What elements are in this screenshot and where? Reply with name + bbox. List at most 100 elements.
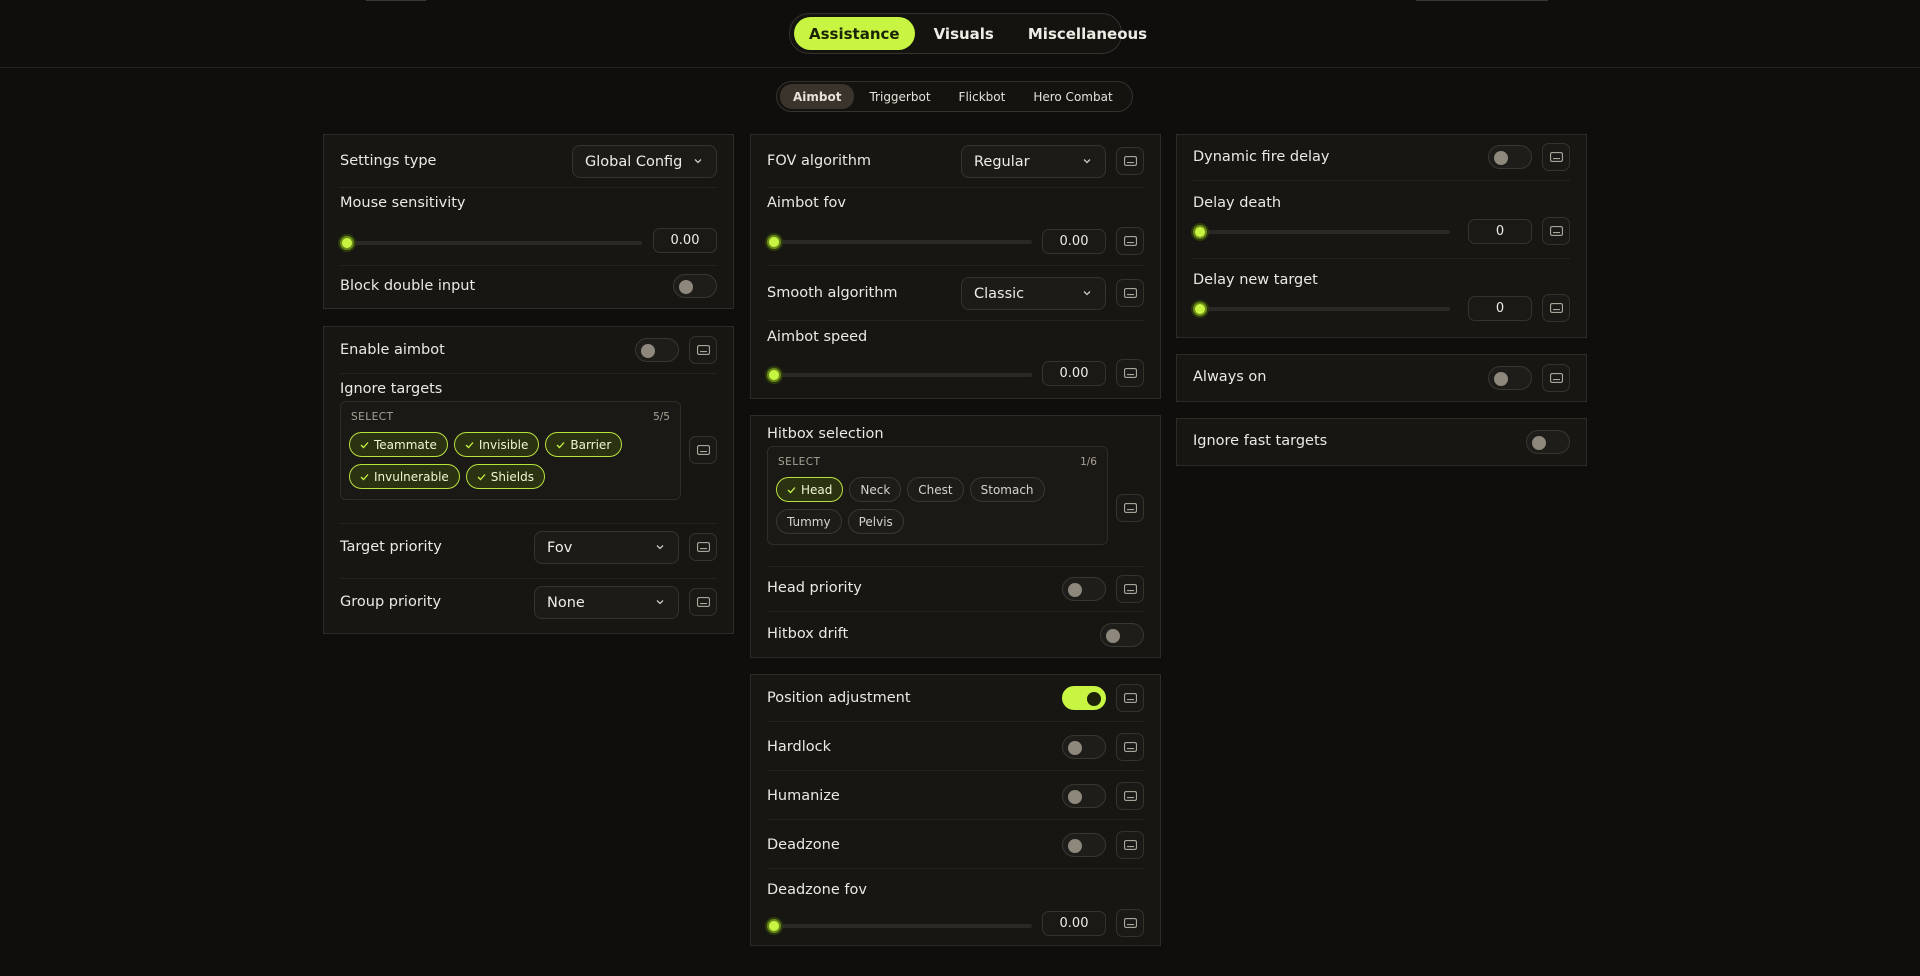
delay-new-target-value[interactable]: 0 — [1468, 296, 1532, 321]
head-priority-toggle[interactable] — [1062, 577, 1106, 601]
ignore-targets-count: 5/5 — [653, 411, 670, 423]
always-on-keybind-button[interactable] — [1542, 364, 1570, 392]
smooth-algorithm-value: Classic — [974, 285, 1025, 302]
chip-pelvis[interactable]: Pelvis — [847, 509, 904, 534]
subtab-aimbot[interactable]: Aimbot — [780, 84, 855, 109]
tab-assistance[interactable]: Assistance — [794, 17, 915, 50]
target-priority-dropdown[interactable]: Fov — [534, 531, 679, 564]
deadzone-fov-slider-thumb[interactable] — [767, 919, 781, 933]
delay-death-value[interactable]: 0 — [1468, 219, 1532, 244]
aimbot-fov-value[interactable]: 0.00 — [1042, 229, 1106, 254]
delay-new-target-slider-thumb[interactable] — [1193, 302, 1207, 316]
head-priority-keybind-button[interactable] — [1116, 575, 1144, 603]
chevron-down-icon — [656, 545, 664, 550]
fov-algorithm-keybind-button[interactable] — [1116, 147, 1144, 175]
hitbox-card: Hitbox selection SELECT 1/6 Head Neck Ch… — [750, 415, 1161, 658]
enable-aimbot-toggle[interactable] — [635, 338, 679, 362]
deadzone-label: Deadzone — [767, 837, 840, 853]
ignore-fast-targets-toggle[interactable] — [1526, 430, 1570, 454]
aimbot-speed-label: Aimbot speed — [767, 329, 868, 345]
dynamic-fire-delay-keybind-button[interactable] — [1542, 143, 1570, 171]
keyboard-icon — [1123, 742, 1137, 752]
mouse-sensitivity-slider-thumb[interactable] — [340, 236, 354, 250]
check-icon — [787, 486, 796, 493]
sub-tab-bar: Aimbot Triggerbot Flickbot Hero Combat — [776, 81, 1133, 112]
aimbot-speed-keybind-button[interactable] — [1116, 359, 1144, 387]
settings-type-dropdown[interactable]: Global Config — [572, 145, 717, 178]
keyboard-icon — [1123, 288, 1137, 298]
ignore-targets-select-header: SELECT — [351, 411, 394, 423]
mouse-sensitivity-slider[interactable] — [340, 241, 642, 245]
aimbot-fov-keybind-button[interactable] — [1116, 227, 1144, 255]
hitbox-select-header: SELECT — [778, 456, 821, 468]
tab-miscellaneous[interactable]: Miscellaneous — [1013, 17, 1162, 50]
deadzone-fov-keybind-button[interactable] — [1116, 909, 1144, 937]
hardlock-toggle[interactable] — [1062, 735, 1106, 759]
target-priority-keybind-button[interactable] — [689, 533, 717, 561]
chip-shields[interactable]: Shields — [465, 464, 545, 489]
subtab-triggerbot[interactable]: Triggerbot — [856, 84, 943, 109]
humanize-label: Humanize — [767, 788, 840, 804]
keyboard-icon — [696, 597, 710, 607]
aimbot-speed-slider-thumb[interactable] — [767, 368, 781, 382]
delay-new-target-keybind-button[interactable] — [1542, 294, 1570, 322]
aimbot-fov-slider[interactable] — [767, 240, 1032, 244]
aimbot-fov-slider-thumb[interactable] — [767, 235, 781, 249]
chevron-down-icon — [1083, 291, 1091, 296]
deadzone-toggle[interactable] — [1062, 833, 1106, 857]
ignore-targets-select[interactable]: SELECT 5/5 Teammate Invisible Barrier In… — [340, 401, 681, 500]
hitbox-selection-select[interactable]: SELECT 1/6 Head Neck Chest Stomach Tummy… — [767, 446, 1108, 545]
chip-invisible[interactable]: Invisible — [453, 432, 540, 457]
keyboard-icon — [1123, 918, 1137, 928]
chip-stomach[interactable]: Stomach — [969, 477, 1045, 502]
smooth-algorithm-dropdown[interactable]: Classic — [961, 277, 1106, 310]
chip-teammate[interactable]: Teammate — [349, 432, 448, 457]
humanize-keybind-button[interactable] — [1116, 782, 1144, 810]
keyboard-icon — [1123, 791, 1137, 801]
always-on-toggle[interactable] — [1488, 366, 1532, 390]
aimbot-speed-value[interactable]: 0.00 — [1042, 361, 1106, 386]
group-priority-keybind-button[interactable] — [689, 588, 717, 616]
delay-death-slider-thumb[interactable] — [1193, 225, 1207, 239]
humanize-toggle[interactable] — [1062, 784, 1106, 808]
enable-aimbot-keybind-button[interactable] — [689, 336, 717, 364]
keyboard-icon — [1549, 303, 1563, 313]
deadzone-fov-slider[interactable] — [767, 924, 1032, 928]
hitbox-chips: Head Neck Chest Stomach Tummy Pelvis — [776, 477, 1099, 534]
chip-head[interactable]: Head — [776, 477, 844, 502]
deadzone-keybind-button[interactable] — [1116, 831, 1144, 859]
block-double-input-toggle[interactable] — [673, 274, 717, 298]
delay-death-keybind-button[interactable] — [1542, 217, 1570, 245]
chip-invulnerable[interactable]: Invulnerable — [349, 464, 460, 489]
chip-label: Invisible — [478, 437, 529, 452]
position-adjustment-card: Position adjustment Hardlock Humanize De… — [750, 674, 1161, 946]
group-priority-dropdown[interactable]: None — [534, 586, 679, 619]
chip-label: Shields — [490, 469, 534, 484]
chip-barrier[interactable]: Barrier — [545, 432, 623, 457]
dynamic-fire-delay-toggle[interactable] — [1488, 145, 1532, 169]
mouse-sensitivity-value[interactable]: 0.00 — [653, 228, 717, 253]
delay-death-slider[interactable] — [1193, 230, 1450, 234]
fov-algorithm-dropdown[interactable]: Regular — [961, 145, 1106, 178]
chip-label: Invulnerable — [374, 469, 449, 484]
hitbox-drift-toggle[interactable] — [1100, 623, 1144, 647]
hardlock-keybind-button[interactable] — [1116, 733, 1144, 761]
chip-chest[interactable]: Chest — [907, 477, 964, 502]
subtab-hero-combat[interactable]: Hero Combat — [1020, 84, 1125, 109]
check-icon — [477, 473, 486, 480]
ignore-targets-keybind-button[interactable] — [689, 436, 717, 464]
deadzone-fov-value[interactable]: 0.00 — [1042, 911, 1106, 936]
smooth-algorithm-keybind-button[interactable] — [1116, 279, 1144, 307]
subtab-flickbot[interactable]: Flickbot — [946, 84, 1019, 109]
hitbox-selection-keybind-button[interactable] — [1116, 494, 1144, 522]
chip-neck[interactable]: Neck — [849, 477, 902, 502]
delay-new-target-slider[interactable] — [1193, 307, 1450, 311]
chip-label: Stomach — [980, 482, 1034, 497]
position-adjustment-toggle[interactable] — [1062, 686, 1106, 710]
position-adjustment-keybind-button[interactable] — [1116, 684, 1144, 712]
tab-visuals[interactable]: Visuals — [919, 17, 1009, 50]
chip-tummy[interactable]: Tummy — [776, 509, 842, 534]
keyboard-icon — [1123, 368, 1137, 378]
keyboard-icon — [1123, 236, 1137, 246]
aimbot-speed-slider[interactable] — [767, 373, 1032, 377]
